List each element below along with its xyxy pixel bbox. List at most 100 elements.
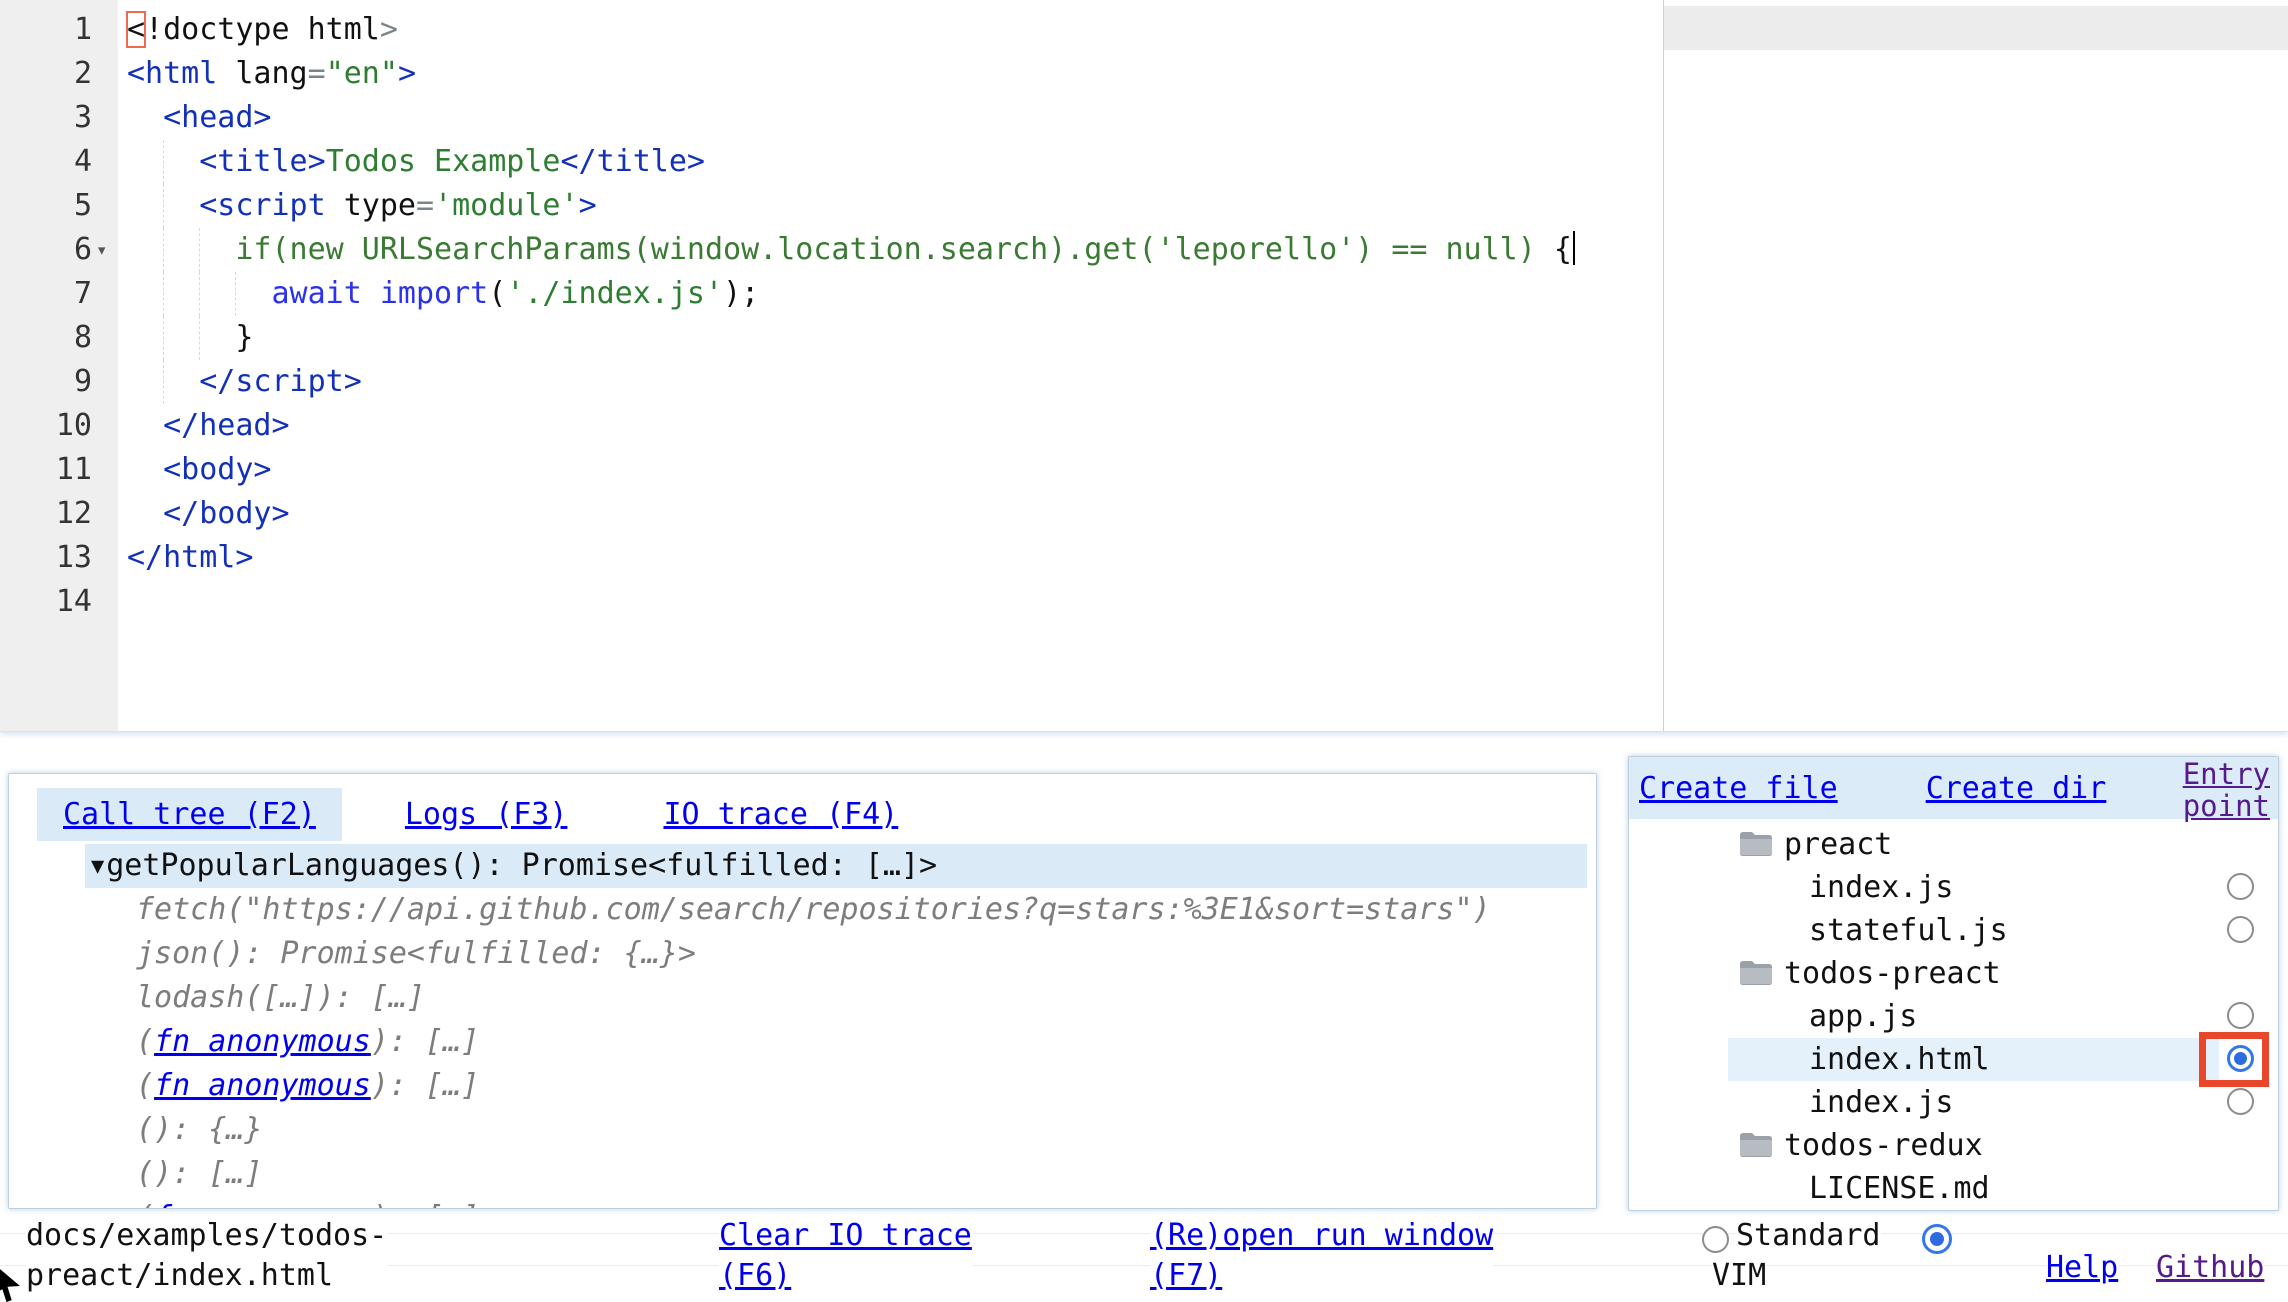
call-tree-row[interactable]: (fn anonymous): […] <box>85 1020 1587 1064</box>
code-line-text: </body> <box>118 492 2288 536</box>
indent-guide <box>163 228 164 272</box>
file-row[interactable]: index.js <box>1728 866 2278 909</box>
indent-guide <box>163 316 164 360</box>
files-header: Create file Create dir Entry point <box>1629 757 2278 819</box>
call-tree-row[interactable]: ▼getPopularLanguages(): Promise<fulfille… <box>85 844 1587 888</box>
code-token: </head> <box>163 408 289 443</box>
entry-point-radio[interactable] <box>2227 1002 2254 1029</box>
code-token: = <box>308 56 326 91</box>
file-row[interactable]: index.js <box>1728 1081 2278 1124</box>
code-editor[interactable]: 123456▾7891011121314 <!doctype html><htm… <box>0 0 2288 732</box>
code-token: </title> <box>561 144 706 179</box>
code-token: <script <box>199 188 344 223</box>
entry-point-radio[interactable] <box>2227 1088 2254 1115</box>
code-token: { <box>1554 232 1572 267</box>
folder-icon <box>1739 1127 1773 1154</box>
vim-mode-radio[interactable] <box>1922 1224 1952 1254</box>
file-row[interactable]: stateful.js <box>1728 909 2278 952</box>
code-token: ( <box>488 276 506 311</box>
folder-row[interactable]: preact <box>1728 823 2278 866</box>
code-token: await <box>272 276 362 311</box>
entry-point-marker <box>2199 1032 2269 1087</box>
files-panel: Create file Create dir Entry point preac… <box>1628 756 2279 1211</box>
code-line: <title>Todos Example</title> <box>118 140 2288 184</box>
tab-logs[interactable]: Logs (F3) <box>405 797 568 832</box>
folder-row[interactable]: todos-redux <box>1728 1124 2278 1167</box>
code-line-text: </head> <box>118 404 2288 448</box>
code-token: 'module' <box>434 188 579 223</box>
code-line-text: <script type='module'> <box>118 184 2288 228</box>
expand-arrow-icon[interactable]: ▼ <box>91 854 106 879</box>
call-tree-row[interactable]: (fn anonymous): […] <box>85 1196 1587 1209</box>
file-row[interactable]: LICENSE.md <box>1728 1167 2278 1210</box>
indent-guide <box>163 360 164 404</box>
calltree-rows: ▼getPopularLanguages(): Promise<fulfille… <box>9 844 1596 1209</box>
code-line: </head> <box>118 404 2288 448</box>
entry-point-radio[interactable] <box>2227 873 2254 900</box>
editor-gutter: 123456▾7891011121314 <box>0 0 118 731</box>
code-line: </html> <box>118 536 2288 580</box>
code-token: !doctype html <box>145 12 380 47</box>
create-file-link[interactable]: Create file <box>1639 771 1838 806</box>
code-line-text: <body> <box>118 448 2288 492</box>
code-line: <head> <box>118 96 2288 140</box>
calltree-panel: Call tree (F2) Logs (F3) IO trace (F4) ▼… <box>8 773 1597 1209</box>
call-tree-row[interactable]: (): {…} <box>85 1108 1587 1152</box>
code-line: <body> <box>118 448 2288 492</box>
call-tree-row[interactable]: (): […] <box>85 1152 1587 1196</box>
fn-anonymous-link[interactable]: fn anonymous <box>154 1024 371 1059</box>
code-line: </script> <box>118 360 2288 404</box>
line-number: 13 <box>0 536 92 580</box>
indent-guide <box>163 184 164 228</box>
indent-guide <box>235 272 236 316</box>
code-token: <title> <box>199 144 325 179</box>
reopen-run-window-link[interactable]: (Re)open run window(F7) <box>1150 1216 1493 1296</box>
file-name: app.js <box>1809 999 1917 1034</box>
code-token: </script> <box>199 364 362 399</box>
indent-guide <box>163 272 164 316</box>
create-dir-link[interactable]: Create dir <box>1926 771 2107 806</box>
call-tree-row[interactable]: json(): Promise<fulfilled: {…}> <box>85 932 1587 976</box>
code-line: </body> <box>118 492 2288 536</box>
code-token <box>217 56 235 91</box>
code-line: await import('./index.js'); <box>118 272 2288 316</box>
github-link[interactable]: Github <box>2156 1248 2264 1288</box>
entry-point-link[interactable]: Entry point <box>2164 758 2278 822</box>
folder-row[interactable]: todos-preact <box>1728 952 2278 995</box>
line-number: 7 <box>0 272 92 316</box>
code-token: > <box>579 188 597 223</box>
clear-io-trace-link[interactable]: Clear IO trace(F6) <box>719 1216 972 1296</box>
code-token: <html <box>127 56 217 91</box>
call-tree-row[interactable]: fetch("https://api.github.com/search/rep… <box>85 888 1587 932</box>
help-link[interactable]: Help <box>2046 1248 2118 1288</box>
code-line-text: </script> <box>118 360 2288 404</box>
fn-anonymous-link[interactable]: fn anonymous <box>154 1068 371 1103</box>
file-row[interactable]: app.js <box>1728 995 2278 1038</box>
code-line-text: } <box>118 316 2288 360</box>
file-row[interactable]: index.html <box>1728 1038 2219 1081</box>
call-tree-row[interactable]: lodash([…]): […] <box>85 976 1587 1020</box>
code-token: <body> <box>163 452 271 487</box>
fn-anonymous-link[interactable]: fn anonymous <box>154 1200 371 1209</box>
line-number: 3 <box>0 96 92 140</box>
text-cursor <box>1573 231 1575 265</box>
code-token: > <box>380 12 398 47</box>
line-number: 12 <box>0 492 92 536</box>
cursor-position-box: < <box>127 12 145 47</box>
code-line-text: <html lang="en"> <box>118 52 2288 96</box>
code-token: "en" <box>326 56 398 91</box>
indent-guide <box>199 228 200 272</box>
entry-point-radio[interactable] <box>2227 916 2254 943</box>
fold-arrow-icon[interactable]: ▾ <box>96 228 107 272</box>
tab-io-trace[interactable]: IO trace (F4) <box>663 797 898 832</box>
line-number: 6 <box>0 228 92 272</box>
tab-call-tree[interactable]: Call tree (F2) <box>37 788 342 841</box>
standard-mode-radio[interactable] <box>1702 1226 1729 1253</box>
code-line: <html lang="en"> <box>118 52 2288 96</box>
call-tree-row[interactable]: (fn anonymous): […] <box>85 1064 1587 1108</box>
file-name: index.js <box>1809 870 1954 905</box>
vim-mode-label: VIM <box>1712 1256 1766 1296</box>
code-token: </html> <box>127 540 253 575</box>
line-number: 8 <box>0 316 92 360</box>
line-number: 10 <box>0 404 92 448</box>
